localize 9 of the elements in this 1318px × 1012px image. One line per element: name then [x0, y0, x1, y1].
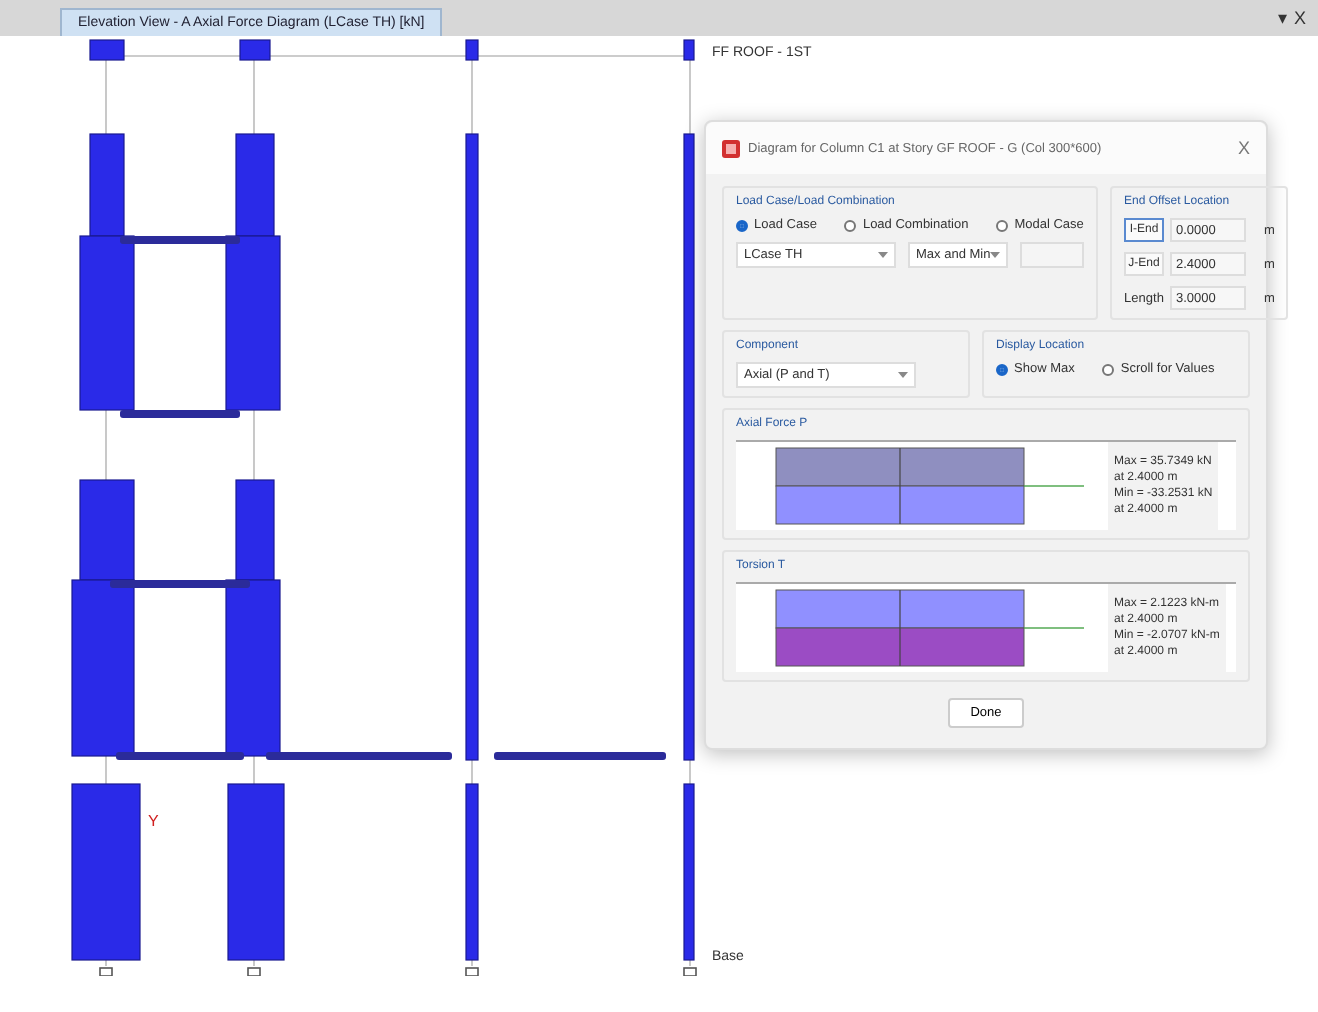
input-field[interactable]	[1020, 242, 1084, 268]
close-button[interactable]: X	[1293, 8, 1306, 28]
caret-icon	[990, 252, 1001, 258]
close-button[interactable]: X	[1237, 138, 1250, 158]
caret-icon	[878, 252, 888, 258]
axis-label: Y	[148, 812, 159, 830]
pin-button[interactable]: ▾	[1277, 8, 1288, 28]
app-icon	[722, 139, 740, 157]
caret-icon	[898, 372, 908, 378]
